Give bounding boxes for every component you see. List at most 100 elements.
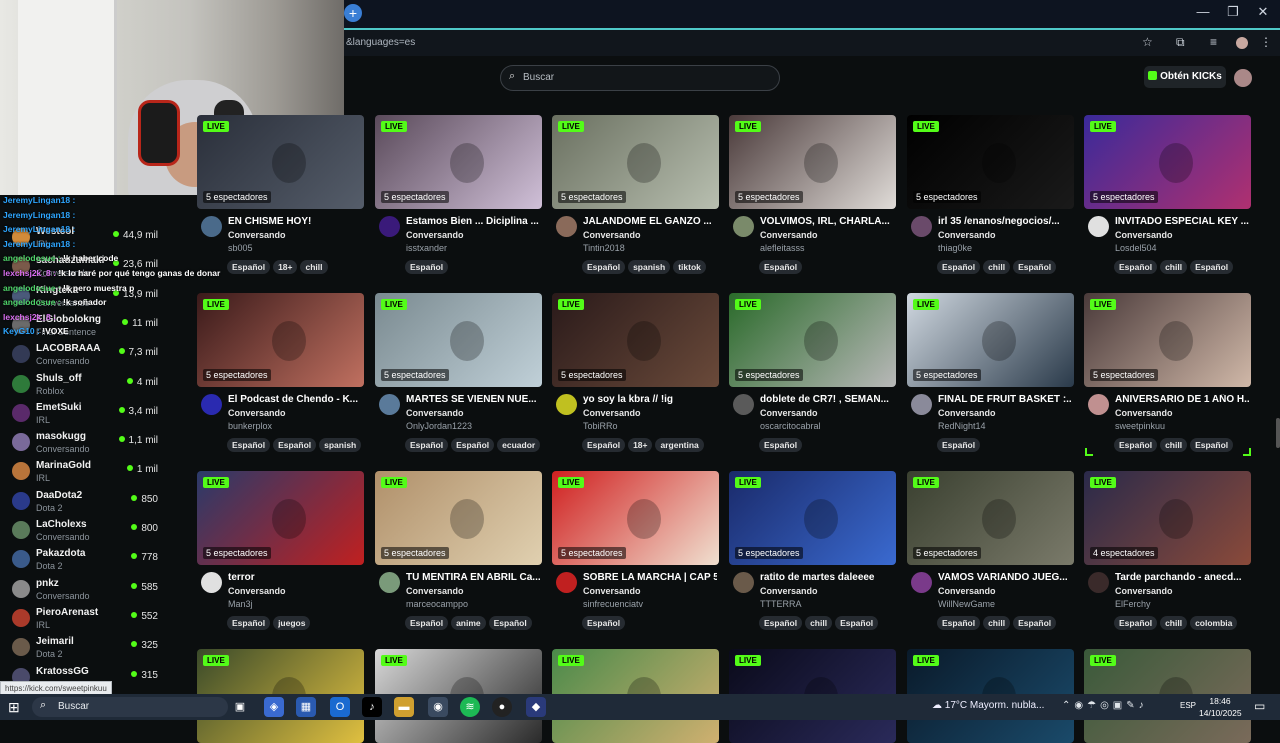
stream-tag[interactable]: Español — [1013, 260, 1057, 274]
stream-tag[interactable]: Español — [582, 260, 626, 274]
stream-tag[interactable]: argentina — [655, 438, 704, 452]
stream-category[interactable]: Conversando — [228, 408, 286, 418]
stream-thumbnail[interactable]: LIVE 5 espectadores — [729, 471, 896, 565]
sidebar-channel-item[interactable]: Pakazdota Dota 2 778 — [0, 546, 184, 574]
minimize-icon[interactable]: — — [1188, 4, 1218, 19]
stream-tag[interactable]: spanish — [628, 260, 671, 274]
stream-thumbnail[interactable]: LIVE 5 espectadores — [197, 471, 364, 565]
stream-thumbnail[interactable]: LIVE 5 espectadores — [552, 115, 719, 209]
streamer-name[interactable]: bunkerplox — [228, 421, 272, 431]
weather-widget[interactable]: ☁ 17°C Mayorm. nubla... — [932, 700, 1044, 711]
streamer-avatar[interactable] — [911, 572, 932, 593]
streamer-avatar[interactable] — [556, 216, 577, 237]
stream-title[interactable]: MARTES SE VIENEN NUE... — [406, 394, 540, 405]
stream-category[interactable]: Conversando — [1115, 230, 1173, 240]
stream-tag[interactable]: tiktok — [673, 260, 706, 274]
close-icon[interactable]: ✕ — [1248, 4, 1278, 20]
stream-category[interactable]: Conversando — [938, 586, 996, 596]
notification-icon[interactable]: ▭ — [1254, 699, 1265, 713]
stream-tag[interactable]: chill — [1160, 616, 1188, 630]
stream-category[interactable]: Conversando — [228, 230, 286, 240]
stream-thumbnail[interactable]: LIVE 5 espectadores — [907, 115, 1074, 209]
copilot-icon[interactable]: ◈ — [264, 697, 284, 717]
streamer-name[interactable]: TobiRRo — [583, 421, 618, 431]
system-tray-icons[interactable]: ⌃◉☂◎▣✎♪ — [1062, 700, 1148, 711]
streamer-name[interactable]: ElFerchy — [1115, 599, 1151, 609]
search-input[interactable]: ⌕ Buscar — [500, 65, 780, 91]
stream-thumbnail[interactable]: LIVE 5 espectadores — [375, 471, 542, 565]
url-text[interactable]: &languages=es — [346, 37, 415, 48]
stream-tag[interactable]: chill — [983, 260, 1011, 274]
user-avatar[interactable] — [1234, 69, 1252, 87]
stream-title[interactable]: SOBRE LA MARCHA | CAP 5 — [583, 572, 717, 583]
stream-tag[interactable]: Español — [1114, 616, 1158, 630]
chrome-icon[interactable]: ◉ — [428, 697, 448, 717]
streamer-avatar[interactable] — [379, 394, 400, 415]
streamer-name[interactable]: OnlyJordan1223 — [406, 421, 472, 431]
windows-start-icon[interactable]: ⊞ — [8, 699, 20, 716]
stream-category[interactable]: Conversando — [583, 586, 641, 596]
new-tab-button[interactable]: + — [344, 4, 362, 22]
profile-icon[interactable] — [1236, 37, 1248, 49]
stream-category[interactable]: Conversando — [760, 230, 818, 240]
stream-tag[interactable]: Español — [759, 438, 803, 452]
sidebar-channel-item[interactable]: Shuls_off Roblox 4 mil — [0, 371, 184, 399]
stream-tag[interactable]: 18+ — [273, 260, 298, 274]
sidebar-channel-item[interactable]: LaCholexs Conversando 800 — [0, 517, 184, 545]
streamer-avatar[interactable] — [379, 216, 400, 237]
stream-tag[interactable]: chill — [983, 616, 1011, 630]
streamer-avatar[interactable] — [556, 394, 577, 415]
app-icon[interactable]: ◆ — [526, 697, 546, 717]
streamer-name[interactable]: TTTERRA — [760, 599, 802, 609]
stream-tag[interactable]: Español — [227, 438, 271, 452]
stream-thumbnail[interactable]: LIVE 5 espectadores — [729, 115, 896, 209]
streamer-avatar[interactable] — [911, 216, 932, 237]
streamer-avatar[interactable] — [201, 394, 222, 415]
stream-thumbnail[interactable]: LIVE 5 espectadores — [197, 115, 364, 209]
taskbar-clock[interactable]: 18:46 14/10/2025 — [1199, 695, 1242, 719]
stream-title[interactable]: ANIVERSARIO DE 1 AÑO H... — [1115, 394, 1249, 405]
stream-tag[interactable]: anime — [451, 616, 486, 630]
stream-category[interactable]: Conversando — [583, 230, 641, 240]
stream-title[interactable]: yo soy la kbra // !ig — [583, 394, 717, 405]
stream-title[interactable]: Tarde parchando - anecd... — [1115, 572, 1249, 583]
stream-title[interactable]: VAMOS VARIANDO JUEG... — [938, 572, 1072, 583]
streamer-avatar[interactable] — [201, 216, 222, 237]
stream-tag[interactable]: chill — [805, 616, 833, 630]
stream-tag[interactable]: ecuador — [497, 438, 541, 452]
stream-title[interactable]: ratito de martes daleeee — [760, 572, 894, 583]
address-bar[interactable]: &languages=es ☆ ⧉ ≡ ⋮ — [344, 28, 1280, 58]
stream-title[interactable]: VOLVIMOS, IRL, CHARLA... — [760, 216, 894, 227]
stream-title[interactable]: JALANDOME EL GANZO ... — [583, 216, 717, 227]
streamer-avatar[interactable] — [911, 394, 932, 415]
stream-tag[interactable]: 18+ — [628, 438, 653, 452]
language-indicator[interactable]: ESP — [1180, 701, 1196, 710]
stream-thumbnail[interactable]: LIVE 5 espectadores — [1084, 115, 1251, 209]
stream-thumbnail[interactable]: LIVE 5 espectadores — [375, 293, 542, 387]
stream-tag[interactable]: Español — [937, 616, 981, 630]
page-scrollbar[interactable] — [1274, 100, 1280, 695]
stream-tag[interactable]: Español — [1013, 616, 1057, 630]
streamer-name[interactable]: WillNewGame — [938, 599, 995, 609]
stream-tag[interactable]: Español — [227, 260, 271, 274]
menu-dots-icon[interactable]: ⋮ — [1260, 35, 1272, 49]
stream-title[interactable]: FINAL DE FRUIT BASKET :... — [938, 394, 1072, 405]
sidebar-channel-item[interactable]: pnkz Conversando 585 — [0, 576, 184, 604]
sidebar-channel-item[interactable]: PieroArenast IRL 552 — [0, 605, 184, 633]
stream-thumbnail[interactable]: LIVE 5 espectadores — [552, 293, 719, 387]
stream-thumbnail[interactable]: LIVE 5 espectadores — [907, 293, 1074, 387]
stream-thumbnail[interactable]: LIVE 5 espectadores — [729, 293, 896, 387]
spotify-icon[interactable]: ≋ — [460, 697, 480, 717]
streamer-name[interactable]: oscarcitocabral — [760, 421, 821, 431]
stream-tag[interactable]: Español — [1114, 260, 1158, 274]
stream-tag[interactable]: Español — [759, 616, 803, 630]
task-view-icon[interactable]: ▣ — [230, 697, 250, 717]
stream-thumbnail[interactable]: LIVE 5 espectadores — [552, 471, 719, 565]
streamer-name[interactable]: Man3j — [228, 599, 253, 609]
stream-tag[interactable]: Español — [227, 616, 271, 630]
stream-category[interactable]: Conversando — [406, 230, 464, 240]
stream-title[interactable]: El Podcast de Chendo - K... — [228, 394, 362, 405]
tiktok-icon[interactable]: ♪ — [362, 697, 382, 717]
stream-category[interactable]: Conversando — [583, 408, 641, 418]
stream-tag[interactable]: juegos — [273, 616, 311, 630]
